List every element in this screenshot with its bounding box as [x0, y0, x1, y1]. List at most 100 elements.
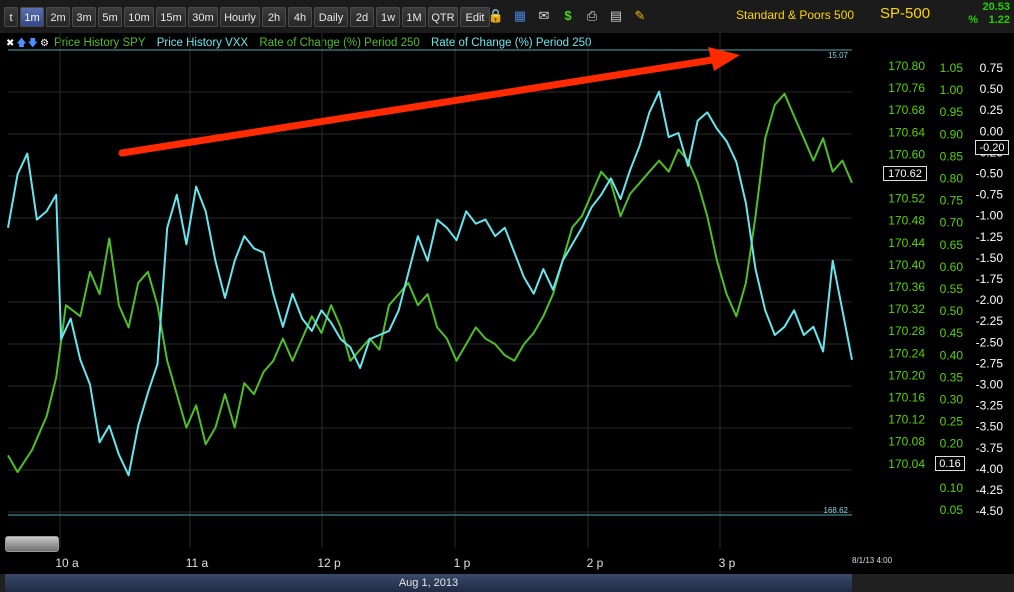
- spy-axis-tick: 170.40: [888, 258, 925, 272]
- save-icon[interactable]: ▦: [511, 6, 529, 26]
- mid-axis-tick: 0.95: [940, 105, 964, 119]
- x-tick-label: 11 a: [186, 556, 209, 570]
- mid-axis-tick: 0.60: [940, 260, 964, 274]
- roc-axis-tick: 0.00: [980, 124, 1004, 138]
- arrow-head: [708, 47, 740, 71]
- spy-axis-tick: 170.04: [888, 457, 925, 471]
- x-tick-label: 10 a: [55, 556, 79, 570]
- spy-axis-tick: 170.08: [888, 435, 925, 449]
- roc-axis-tick: -2.50: [976, 335, 1004, 349]
- chart-datetime: 8/1/13 4:00: [852, 556, 893, 565]
- period-button-2h[interactable]: 2h: [262, 7, 286, 27]
- spy-axis-tick: 170.80: [888, 59, 925, 73]
- period-button-1m[interactable]: 1M: [402, 7, 426, 27]
- symbol-name: Standard & Poors 500: [736, 8, 855, 22]
- roc-axis-tick: -0.75: [976, 188, 1004, 202]
- spy-axis-tick: 170.64: [888, 125, 925, 139]
- period-button-30m[interactable]: 30m: [188, 7, 218, 27]
- x-tick-label: 2 p: [587, 556, 604, 570]
- spy-axis-tick: 170.16: [888, 391, 925, 405]
- spy-axis-tick: 170.68: [888, 103, 925, 117]
- period-button-1w[interactable]: 1w: [376, 7, 400, 27]
- arrow-shaft: [118, 56, 716, 157]
- period-button-qtr[interactable]: QTR: [428, 7, 458, 27]
- dollar-icon[interactable]: $: [559, 6, 577, 26]
- roc-axis-tick: -2.25: [976, 314, 1004, 328]
- roc-axis-tick: -2.00: [976, 293, 1004, 307]
- x-tick-label: 3 p: [719, 556, 736, 570]
- roc-axis-tick: 0.25: [980, 103, 1004, 117]
- spy-axis-tick: 170.20: [888, 368, 925, 382]
- roc-axis-tick: 0.50: [980, 82, 1004, 96]
- spy-axis-tick: 170.60: [888, 147, 925, 161]
- x-tick-label: 1 p: [454, 556, 471, 570]
- lock-icon[interactable]: 🔒: [487, 6, 505, 26]
- scroll-handle[interactable]: [5, 536, 59, 552]
- roc-axis-tick: -1.00: [976, 209, 1004, 223]
- roc-axis-tick: -3.75: [976, 441, 1004, 455]
- mid-axis-tick: 0.10: [940, 481, 964, 495]
- period-button-4h[interactable]: 4h: [288, 7, 312, 27]
- roc-axis-tick: -1.50: [976, 251, 1004, 265]
- axis-labels: 170.80170.76170.68170.64170.60170.56170.…: [888, 59, 1003, 518]
- roc-axis-tick: -3.50: [976, 420, 1004, 434]
- spy-axis-tick: 170.24: [888, 346, 925, 360]
- quote-last: 20.53: [982, 1, 1010, 13]
- mid-axis-tick: 0.85: [940, 149, 964, 163]
- mid-axis-tick: 0.55: [940, 282, 964, 296]
- spy-axis-tick: 170.12: [888, 413, 925, 427]
- period-button-15m[interactable]: 15m: [156, 7, 186, 27]
- x-tick-label: 12 p: [317, 556, 341, 570]
- mid-axis-tick: 0.35: [940, 370, 964, 384]
- roc-axis-tick: -4.25: [976, 483, 1004, 497]
- bottom-line-value: 168.62: [824, 506, 849, 515]
- mid-axis-tick: 1.05: [940, 61, 964, 75]
- symbol-code: SP-500: [880, 5, 931, 22]
- toolbar: t 1m 2m 3m 5m 10m 15m 30m Hourly 2h 4h Daily 2d 1w 1M Q…: [0, 0, 1014, 33]
- mid-axis-tick: 0.50: [940, 304, 964, 318]
- date-tab[interactable]: Aug 1, 2013: [5, 574, 852, 592]
- mid-axis-tick: 0.20: [940, 437, 964, 451]
- mid-axis-tick: 0.45: [940, 326, 964, 340]
- spy-axis-tick: 170.52: [888, 192, 925, 206]
- period-button-daily[interactable]: Daily: [314, 7, 348, 27]
- period-button-2m[interactable]: 2m: [46, 7, 70, 27]
- roc-axis-tick: -3.00: [976, 378, 1004, 392]
- period-button-3m[interactable]: 3m: [72, 7, 96, 27]
- mid-axis-tick: 0.70: [940, 216, 964, 230]
- spy-axis-tick: 170.44: [888, 236, 925, 250]
- quote-percent-symbol: %: [968, 14, 978, 26]
- period-button-1m[interactable]: 1m: [20, 7, 44, 27]
- spy-axis-tick: 170.48: [888, 214, 925, 228]
- mid-axis-tick: 0.65: [940, 238, 964, 252]
- spy-axis-tick: 170.32: [888, 302, 925, 316]
- roc-axis-tick: -4.00: [976, 462, 1004, 476]
- period-button-2d[interactable]: 2d: [350, 7, 374, 27]
- card-icon[interactable]: ▤: [607, 6, 625, 26]
- quote-change-percent: 1.22: [988, 14, 1010, 26]
- mid-axis-tick: 0.40: [940, 348, 964, 362]
- spy-axis-tick: 170.36: [888, 280, 925, 294]
- mail-icon[interactable]: ✉: [535, 6, 553, 26]
- print-icon[interactable]: ⎙: [583, 6, 601, 26]
- x-axis-labels: 10 a 11 a 12 p 1 p 2 p 3 p: [55, 556, 735, 570]
- roc-axis-tick: -4.50: [976, 504, 1004, 518]
- period-button-10m[interactable]: 10m: [124, 7, 154, 27]
- trend-arrow: [118, 47, 740, 157]
- mid-axis-tick: 0.05: [940, 503, 964, 517]
- period-button-t[interactable]: t: [4, 7, 18, 27]
- top-line-value: 15.07: [828, 51, 849, 60]
- roc-alt-readout: 0.16: [935, 456, 965, 471]
- roc-axis-tick: -2.75: [976, 356, 1004, 370]
- mid-axis-tick: 0.90: [940, 127, 964, 141]
- spy-last-readout: 170.62: [883, 166, 927, 181]
- period-button-hourly[interactable]: Hourly: [220, 7, 260, 27]
- price-chart: 15.07 168.62 170.80 170.76 170.68 170.64 170…: [7, 33, 1003, 570]
- mid-axis-tick: 1.00: [940, 83, 964, 97]
- period-button-5m[interactable]: 5m: [98, 7, 122, 27]
- pencil-icon[interactable]: ✎: [631, 6, 649, 26]
- roc-axis-tick: -1.25: [976, 230, 1004, 244]
- period-button-edit[interactable]: Edit: [460, 7, 490, 27]
- mid-axis-tick: 0.25: [940, 415, 964, 429]
- spy-axis-tick: 170.28: [888, 324, 925, 338]
